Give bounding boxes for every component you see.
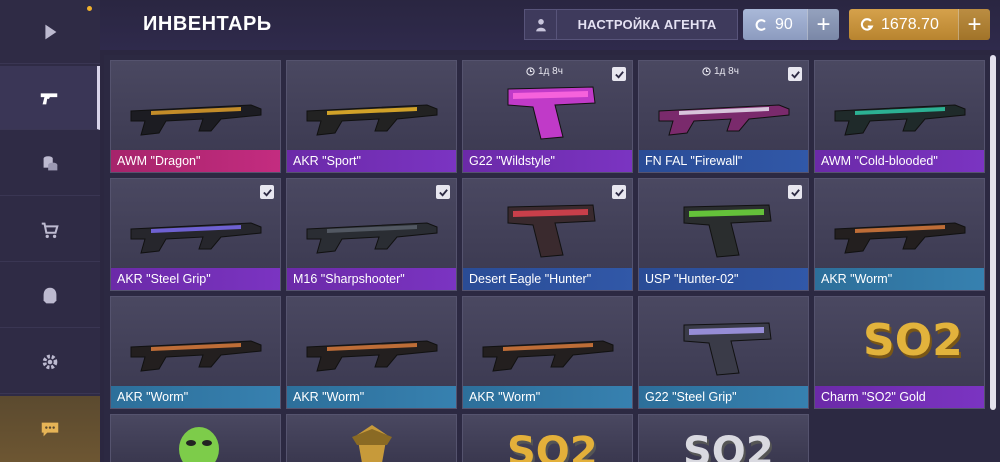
item-name: Desert Eagle "Hunter" [463,268,632,290]
gear-icon [42,354,58,369]
inventory-item-card[interactable]: 1д 8ч FN FAL "Firewall" [638,60,809,173]
notification-dot [87,6,92,11]
weapon-art [815,61,984,152]
charm-logo: SO2 [507,429,598,462]
item-name: AKR "Sport" [287,150,456,172]
inventory-item-card[interactable]: AWM "Cold-blooded" [814,60,985,173]
weapon-art [287,297,456,388]
item-name: AWM "Cold-blooded" [815,150,984,172]
item-name: AKR "Worm" [815,268,984,290]
weapon-art [111,297,280,388]
agent-icon [525,10,557,39]
weapon-art [287,179,456,270]
charm-logo: SO2 [863,315,963,366]
sidebar-item-clan[interactable] [0,264,100,328]
sidebar-item-settings[interactable] [0,330,100,394]
inventory-item-card[interactable]: AKR "Worm" [110,296,281,409]
gold-amount: 1678.70 [881,15,939,33]
pistol-icon [40,92,57,104]
inventory-item-card[interactable]: AKR "Worm" [814,178,985,291]
item-name: USP "Hunter-02" [639,268,808,290]
chat-icon [41,422,59,437]
add-silver-button[interactable]: + [807,9,839,40]
cart-icon [41,222,59,238]
inventory-item-card[interactable]: G22 "Steel Grip" [638,296,809,409]
clock-icon [526,67,535,76]
inventory-item-card[interactable]: AKR "Sport" [286,60,457,173]
add-gold-button[interactable]: + [958,9,990,40]
item-name: FN FAL "Firewall" [639,150,808,172]
silver-currency: 90 + [743,9,839,40]
inventory-item-card[interactable]: M16 "Sharpshooter" [286,178,457,291]
alien-charm-icon [179,427,219,462]
item-name: G22 "Steel Grip" [639,386,808,408]
weapon-art [463,179,632,270]
equipped-check-icon [260,185,274,199]
equipped-check-icon [612,67,626,81]
inventory-item-card[interactable]: SO2 Charm "SO2" Gold [814,296,985,409]
equipped-check-icon [436,185,450,199]
rental-timer-text: 1д 8ч [714,66,739,77]
sidebar-item-inventory[interactable] [0,66,100,130]
inventory-item-card[interactable]: 1д 8ч G22 "Wildstyle" [462,60,633,173]
item-name: M16 "Sharpshooter" [287,268,456,290]
inventory-item-card[interactable]: AKR "Steel Grip" [110,178,281,291]
inventory-item-card[interactable]: USP "Hunter-02" [638,178,809,291]
item-name: AWM "Dragon" [111,150,280,172]
weapon-art [111,179,280,270]
weapon-art [639,297,808,388]
silver-coin-icon [755,18,766,31]
weapon-art [287,61,456,152]
rental-timer-text: 1д 8ч [538,66,563,77]
item-name: AKR "Worm" [111,386,280,408]
sidebar-item-currency[interactable] [0,132,100,196]
charm-logo: SO2 [683,429,774,462]
weapon-art [463,297,632,388]
inventory-item-card[interactable]: SO2 [462,414,633,462]
equipped-check-icon [788,67,802,81]
gold-currency: 1678.70 + [849,9,990,40]
weapon-art [111,61,280,152]
sidebar [0,0,100,462]
inventory-item-card[interactable]: AWM "Dragon" [110,60,281,173]
top-bar: ИНВЕНТАРЬ НАСТРОЙКА АГЕНТА 90 + 1678.70 … [100,0,1000,50]
silver-amount: 90 [775,15,793,33]
weapon-art [815,179,984,270]
inventory-item-card[interactable] [110,414,281,462]
sidebar-item-chat[interactable] [0,396,100,462]
scrollbar[interactable] [990,55,996,410]
inventory-item-card[interactable] [286,414,457,462]
rental-timer: 1д 8ч [526,66,563,77]
item-name: AKR "Worm" [463,386,632,408]
weapon-art: SO2 [815,297,984,388]
inventory-item-card[interactable]: AKR "Worm" [286,296,457,409]
sidebar-item-shop[interactable] [0,198,100,262]
item-name: AKR "Steel Grip" [111,268,280,290]
weapon-art [639,179,808,270]
equipped-check-icon [788,185,802,199]
inventory-item-card[interactable]: SO2 [638,414,809,462]
item-name: Charm "SO2" Gold [815,386,984,408]
inventory-item-card[interactable]: AKR "Worm" [462,296,633,409]
rank-badge-icon [352,425,392,462]
agent-settings-label: НАСТРОЙКА АГЕНТА [577,17,717,32]
inventory-item-card[interactable]: Desert Eagle "Hunter" [462,178,633,291]
play-icon [45,24,57,39]
item-name: AKR "Worm" [287,386,456,408]
clock-icon [702,67,711,76]
equipped-check-icon [612,185,626,199]
item-name: G22 "Wildstyle" [463,150,632,172]
clan-icon [43,287,57,303]
sidebar-item-play[interactable] [0,0,100,64]
agent-settings-button[interactable]: НАСТРОЙКА АГЕНТА [524,9,738,40]
rental-timer: 1д 8ч [702,66,739,77]
gold-coin-icon [860,17,874,31]
coins-icon [43,155,58,170]
page-title: ИНВЕНТАРЬ [143,13,272,35]
